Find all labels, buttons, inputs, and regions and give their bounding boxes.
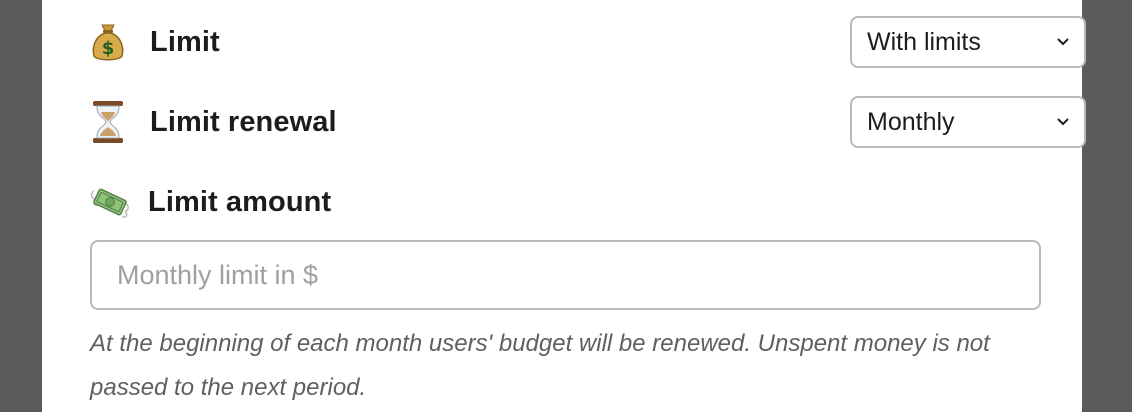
limit-renewal-help-text: At the beginning of each month users' bu…	[90, 330, 990, 401]
money-bag-icon: $	[90, 20, 130, 64]
chevron-down-icon	[1057, 38, 1069, 46]
svg-text:$: $	[102, 38, 115, 59]
limit-renewal-label: Limit renewal	[150, 105, 337, 138]
limit-renewal-select[interactable]: Monthly	[850, 96, 1086, 148]
limit-renewal-select-value: Monthly	[867, 107, 955, 136]
limit-label: Limit	[150, 25, 220, 58]
limit-amount-label: Limit amount	[148, 185, 332, 218]
limit-settings-panel: $ Limit With limits Limit renewal Monthl…	[42, 0, 1086, 412]
chevron-down-icon	[1057, 118, 1069, 126]
limit-row: $ Limit With limits	[90, 16, 1086, 68]
limit-select[interactable]: With limits	[850, 16, 1086, 68]
limit-renewal-row: Limit renewal Monthly	[90, 96, 1086, 148]
limit-select-value: With limits	[867, 27, 981, 56]
hourglass-icon	[90, 100, 130, 144]
money-with-wings-icon	[90, 180, 130, 224]
limit-amount-row: Limit amount	[90, 180, 1040, 224]
limit-amount-input[interactable]	[90, 240, 1041, 310]
